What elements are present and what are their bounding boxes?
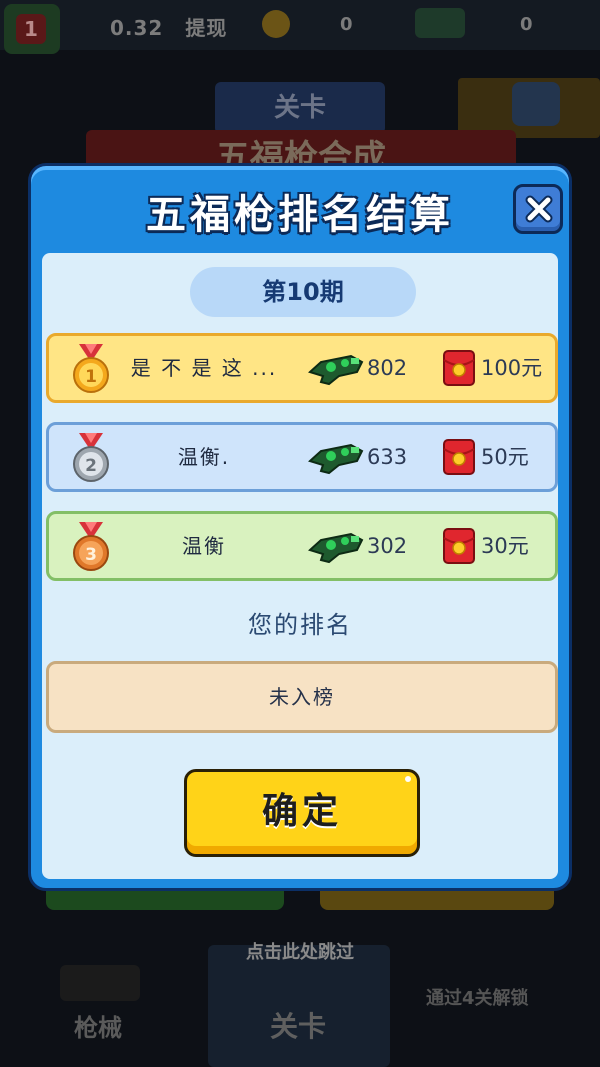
player-name: 温衡. <box>177 445 231 469</box>
gun-score: 802 <box>367 356 408 380</box>
silver-medal-icon: 2 <box>73 433 109 482</box>
gem-count: 0 <box>520 14 533 35</box>
confirm-button-label: 确定 <box>261 791 342 832</box>
close-icon <box>525 195 553 223</box>
gun-score: 302 <box>367 534 408 558</box>
gun-score: 633 <box>367 445 408 469</box>
svg-text:2: 2 <box>85 456 97 476</box>
player-avatar: 1 <box>4 4 60 54</box>
five-blessing-gun-icon <box>308 532 364 564</box>
coin-count: 0 <box>340 14 353 35</box>
skip-hint[interactable]: 点击此处跳过 <box>0 938 600 964</box>
your-rank-value: 未入榜 <box>46 661 558 733</box>
player-name: 温衡 <box>182 534 226 558</box>
button-shine <box>405 776 411 782</box>
money-display: 0.32 提现 <box>110 16 228 40</box>
top-status-bar <box>0 0 600 50</box>
ranking-row-1: 1 是 不 是 这 ... 802 100元 <box>46 333 558 403</box>
cash-reward: 100元 <box>481 356 543 380</box>
cash-reward: 50元 <box>481 445 529 469</box>
cash-reward: 30元 <box>481 534 529 558</box>
five-blessing-gun-icon <box>308 354 364 386</box>
close-button[interactable] <box>513 184 563 234</box>
background-close-icon <box>512 82 560 126</box>
your-rank-label: 您的排名 <box>248 611 352 639</box>
dialog-content-panel: 第10期 1 是 不 是 这 ... 802 100元 2 温衡. 633 50… <box>42 253 558 879</box>
period-badge: 第10期 <box>190 267 416 317</box>
bronze-medal-icon: 3 <box>73 522 109 571</box>
gold-medal-icon: 1 <box>73 344 109 393</box>
guns-tab-icon <box>60 965 140 1001</box>
five-blessing-gun-icon <box>308 443 364 475</box>
tab-guns: 枪械 <box>74 1014 122 1042</box>
gem-icon <box>415 8 465 38</box>
svg-text:3: 3 <box>85 545 97 565</box>
level-header-tab: 关卡 <box>215 82 385 134</box>
red-packet-icon <box>443 439 475 475</box>
dialog-title: 五福枪排名结算 <box>146 192 454 238</box>
player-name: 是 不 是 这 ... <box>130 356 278 380</box>
coin-icon <box>262 10 290 38</box>
tab-levels: 关卡 <box>270 1010 327 1043</box>
confirm-button[interactable]: 确定 <box>184 769 420 857</box>
svg-text:1: 1 <box>85 367 97 387</box>
ranking-row-3: 3 温衡 302 30元 <box>46 511 558 581</box>
ranking-row-2: 2 温衡. 633 50元 <box>46 422 558 492</box>
red-packet-icon <box>443 528 475 564</box>
unlock-hint: 通过4关解锁 <box>426 988 529 1009</box>
ranking-settlement-dialog: 五福枪排名结算 第10期 1 是 不 是 这 ... 802 100元 2 温衡… <box>28 163 572 891</box>
red-packet-icon <box>443 350 475 386</box>
